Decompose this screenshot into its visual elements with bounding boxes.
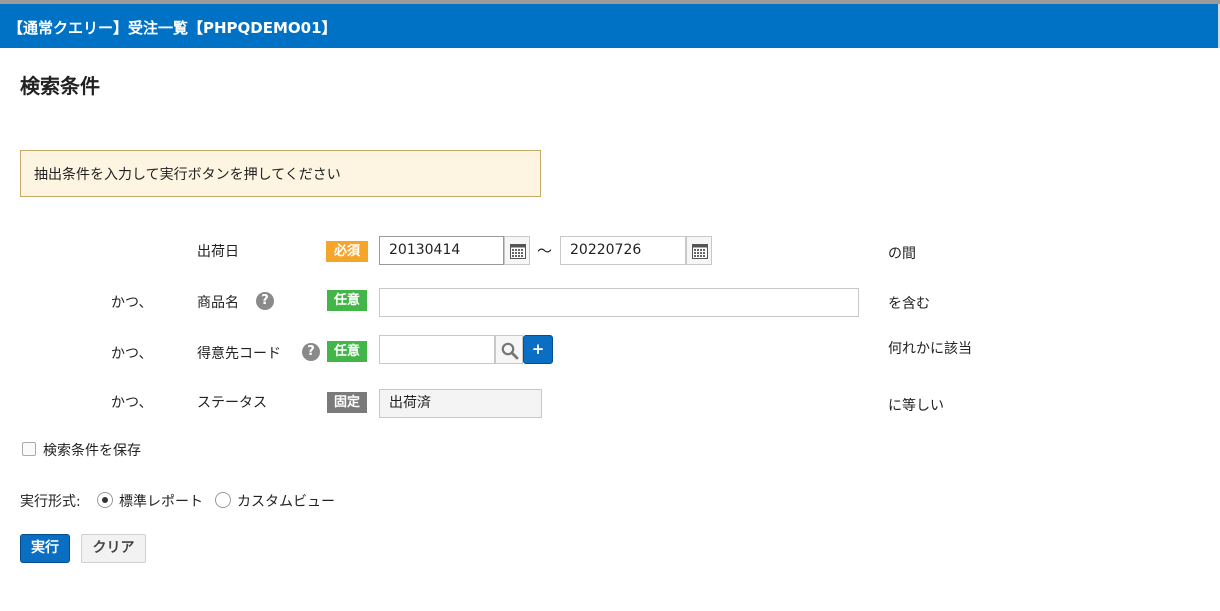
operator-contains: を含む: [888, 296, 930, 312]
label-customer-code: 得意先コード: [197, 346, 281, 362]
radio-custom-view-label: カスタムビュー: [237, 494, 335, 510]
run-button[interactable]: 実行: [20, 534, 70, 563]
ship-date-from-input[interactable]: 20130414: [379, 236, 504, 265]
conjunction-and: かつ、: [111, 295, 153, 311]
exec-format-label: 実行形式:: [20, 494, 81, 510]
notice-text: 抽出条件を入力して実行ボタンを押してください: [34, 167, 341, 183]
label-product-name: 商品名: [197, 295, 239, 311]
operator-between: の間: [888, 246, 916, 262]
search-button[interactable]: [495, 335, 523, 364]
radio-dot: [102, 497, 108, 503]
add-code-button[interactable]: +: [523, 335, 553, 364]
window-title: 【通常クエリー】受注一覧【PHPQDEMO01】: [8, 19, 337, 37]
customer-code-input[interactable]: [379, 335, 495, 364]
required-badge: 必須: [326, 241, 368, 262]
status-field: 出荷済: [379, 389, 542, 418]
calendar-from-button[interactable]: [504, 236, 530, 265]
conjunction-and: かつ、: [111, 346, 153, 362]
notice-box: 抽出条件を入力して実行ボタンを押してください: [20, 150, 541, 197]
title-bar: 【通常クエリー】受注一覧【PHPQDEMO01】: [0, 4, 1220, 48]
conjunction-and: かつ、: [111, 395, 153, 411]
calendar-icon: [510, 244, 526, 259]
radio-standard-report-label: 標準レポート: [119, 494, 203, 510]
radio-standard-report[interactable]: [97, 492, 113, 508]
operator-any-match: 何れかに該当: [888, 341, 972, 357]
radio-custom-view[interactable]: [215, 492, 231, 508]
save-conditions-checkbox[interactable]: [22, 442, 36, 456]
optional-badge: 任意: [327, 341, 367, 362]
label-status: ステータス: [197, 395, 267, 411]
range-tilde: ～: [537, 242, 553, 260]
clear-button[interactable]: クリア: [81, 534, 146, 563]
calendar-to-button[interactable]: [686, 236, 712, 265]
ship-date-to-input[interactable]: 20220726: [560, 236, 686, 265]
help-icon[interactable]: ?: [302, 343, 320, 361]
help-icon[interactable]: ?: [256, 292, 274, 310]
optional-badge: 任意: [327, 290, 367, 311]
calendar-icon: [692, 244, 708, 259]
save-conditions-label: 検索条件を保存: [43, 443, 141, 459]
fixed-badge: 固定: [327, 392, 367, 413]
section-title: 検索条件: [20, 74, 100, 98]
product-name-input[interactable]: [379, 288, 859, 317]
operator-equals: に等しい: [888, 398, 944, 414]
search-icon: [501, 342, 519, 360]
label-ship-date: 出荷日: [197, 244, 239, 260]
